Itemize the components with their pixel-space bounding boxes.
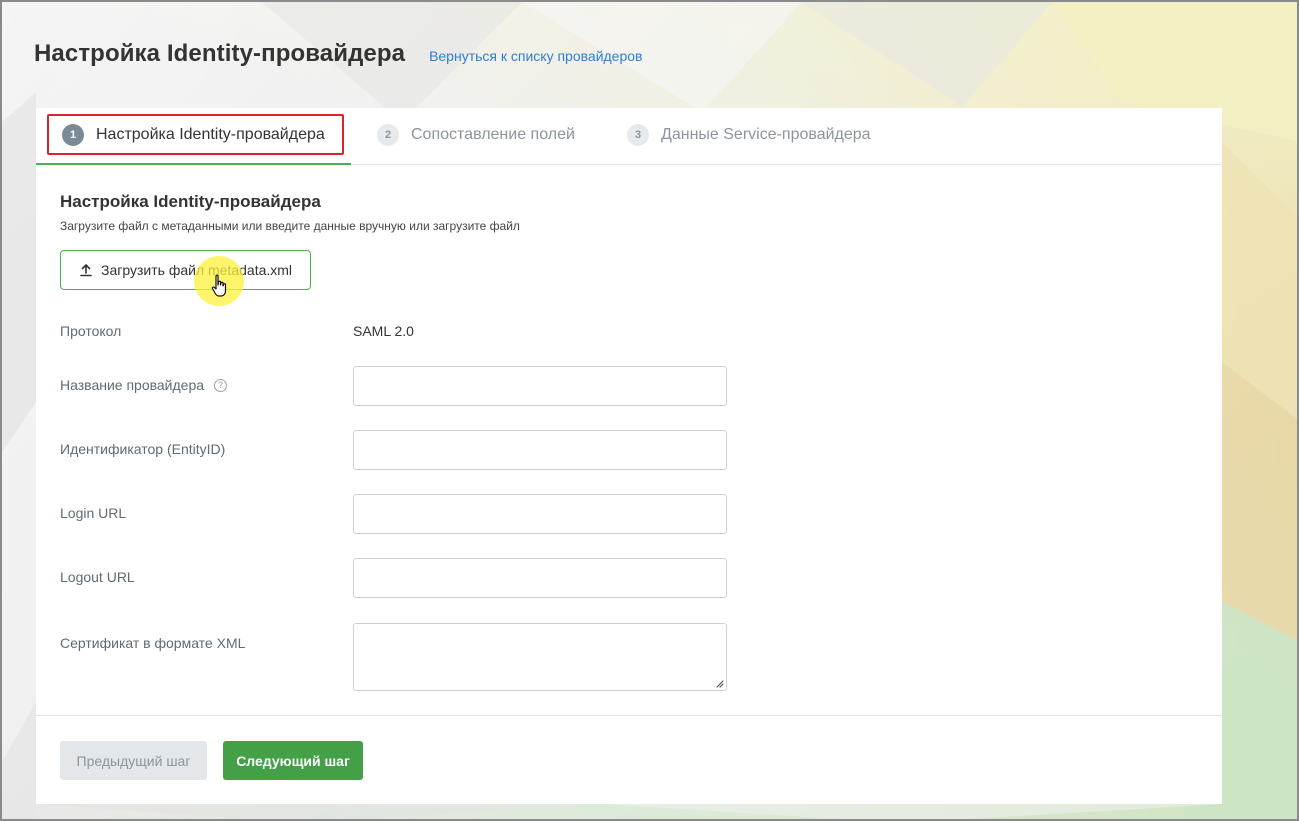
tab-label: Сопоставление полей <box>411 125 575 143</box>
tab-identity-provider-settings[interactable]: 1 Настройка Identity-провайдера <box>47 114 344 155</box>
wizard-card: 1 Настройка Identity-провайдера 2 Сопост… <box>36 108 1222 804</box>
login-url-label-text: Login URL <box>60 505 127 521</box>
protocol-value: SAML 2.0 <box>353 323 414 339</box>
step-number-1: 1 <box>62 123 84 146</box>
section-title: Настройка Identity-провайдера <box>60 192 321 211</box>
protocol-label-text: Протокол <box>60 323 122 339</box>
upload-metadata-button[interactable]: Загрузить файл metadata.xml <box>60 250 311 290</box>
login-url-label: Login URL <box>60 505 126 521</box>
section-subtitle: Загрузите файл с метаданными или введите… <box>60 219 520 233</box>
logout-url-label: Logout URL <box>60 569 135 585</box>
upload-icon <box>80 264 92 277</box>
window-frame: Настройка Identity-провайдера Вернуться … <box>0 0 1299 821</box>
resize-grip-icon[interactable] <box>714 678 724 688</box>
protocol-label: Протокол <box>60 323 121 339</box>
page-title: Настройка Identity-провайдера <box>34 40 406 67</box>
page-header: Настройка Identity-провайдера Вернуться … <box>34 38 642 70</box>
tab-label: Настройка Identity-провайдера <box>96 125 325 143</box>
certificate-label: Сертификат в формате XML <box>60 635 245 651</box>
logout-url-input[interactable] <box>353 558 727 598</box>
previous-step-button[interactable]: Предыдущий шаг <box>60 741 207 780</box>
wizard-steps: 1 Настройка Identity-провайдера 2 Сопост… <box>36 108 1222 165</box>
entity-id-label-text: Идентификатор (EntityID) <box>60 441 226 457</box>
footer-divider <box>36 715 1222 716</box>
entity-id-label: Идентификатор (EntityID) <box>60 441 225 457</box>
login-url-input[interactable] <box>353 494 727 534</box>
tab-label: Данные Service-провайдера <box>661 125 871 143</box>
provider-name-label-text: Название провайдера <box>60 377 205 393</box>
provider-name-input[interactable] <box>353 366 727 406</box>
step-number-3: 3 <box>627 123 649 146</box>
certificate-textarea[interactable] <box>353 623 727 691</box>
certificate-label-text: Сертификат в формате XML <box>60 635 246 651</box>
tab-field-mapping[interactable]: 2 Сопоставление полей <box>377 114 575 155</box>
tab-service-provider-data[interactable]: 3 Данные Service-провайдера <box>627 114 871 155</box>
hand-pointer-icon <box>211 274 227 297</box>
active-tab-indicator <box>36 163 351 165</box>
entity-id-input[interactable] <box>353 430 727 470</box>
step-number-2: 2 <box>377 123 399 146</box>
logout-url-label-text: Logout URL <box>60 569 135 585</box>
back-to-providers-link[interactable]: Вернуться к списку провайдеров <box>429 48 642 64</box>
provider-name-label: Название провайдера ? <box>60 377 228 393</box>
question-circle-icon[interactable]: ? <box>214 378 228 392</box>
next-step-button[interactable]: Следующий шаг <box>223 741 363 780</box>
